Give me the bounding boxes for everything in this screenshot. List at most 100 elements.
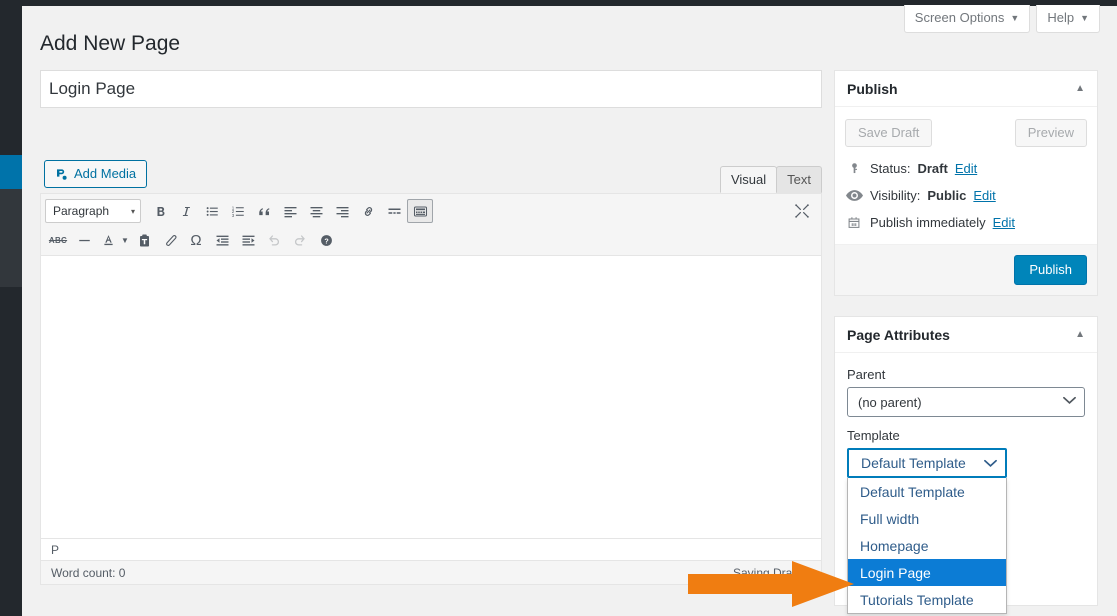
numbered-list-icon[interactable]: 123 [225, 199, 251, 223]
status-label: Status: [870, 161, 911, 176]
publish-box-header: Publish ▲ [835, 71, 1097, 107]
tab-text[interactable]: Text [776, 166, 822, 193]
collapse-toggle-icon[interactable]: ▲ [1075, 329, 1085, 340]
sidebar-items-lower[interactable] [0, 287, 22, 616]
italic-icon[interactable] [173, 199, 199, 223]
admin-sidebar-menu[interactable] [0, 0, 31, 616]
visibility-row: Visibility: Public Edit [845, 184, 1087, 211]
align-left-icon[interactable] [277, 199, 303, 223]
screen-meta-links: Screen Options ▼ Help ▼ [903, 5, 1100, 33]
template-option-login-page[interactable]: Login Page [848, 559, 1006, 586]
redo-icon[interactable] [287, 228, 313, 252]
paragraph-format-select[interactable]: Paragraph ▾ [45, 199, 141, 223]
bulleted-list-icon[interactable] [199, 199, 225, 223]
help-label: Help [1047, 10, 1075, 25]
chevron-down-icon [984, 455, 997, 471]
bold-icon[interactable] [147, 199, 173, 223]
editor-toolbar-row-2: ABC ▼ Ω ? [41, 226, 821, 254]
post-title-input[interactable] [40, 70, 822, 108]
chevron-down-icon: ▾ [130, 206, 135, 216]
editor-content-area[interactable] [41, 256, 821, 538]
word-count: Word count: 0 [51, 565, 126, 580]
visibility-value: Public [927, 188, 967, 203]
paragraph-format-value: Paragraph [53, 204, 110, 218]
add-media-button[interactable]: Add Media [44, 160, 148, 188]
major-publishing-actions: Publish [835, 244, 1097, 295]
status-row: Status: Draft Edit [845, 157, 1087, 184]
page-attributes-box: Page Attributes ▲ Parent (no parent) Tem… [834, 316, 1098, 614]
template-label: Template [847, 428, 900, 443]
text-color-icon[interactable] [97, 228, 119, 252]
chevron-down-glyph: ▼ [121, 235, 129, 245]
chevron-down-icon [1063, 396, 1076, 408]
clear-formatting-icon[interactable] [157, 228, 183, 252]
post-status-icon [845, 161, 863, 176]
screen-options-button[interactable]: Screen Options ▼ [903, 5, 1031, 33]
postbox-sidebar: Publish ▲ Save Draft Preview Status: Dra… [834, 70, 1098, 616]
special-character-icon[interactable]: Ω [183, 228, 209, 252]
distraction-free-icon[interactable] [789, 199, 815, 223]
omega-glyph: Ω [190, 231, 202, 249]
schedule-edit-link[interactable]: Edit [993, 215, 1015, 230]
add-media-label: Add Media [74, 166, 137, 181]
horizontal-rule-icon[interactable] [71, 228, 97, 252]
schedule-label: Publish immediately [870, 215, 986, 230]
text-color-chevron-icon[interactable]: ▼ [119, 228, 131, 252]
editor-element-path: P [41, 538, 821, 560]
keyboard-shortcuts-icon[interactable]: ? [313, 228, 339, 252]
sidebar-submenu-pages[interactable] [0, 189, 22, 287]
editor-container: Paragraph ▾ 123 ABC ▼ Ω ? P Word count: … [40, 193, 822, 585]
template-option-homepage[interactable]: Homepage [848, 532, 1006, 559]
chevron-down-icon: ▼ [1080, 13, 1089, 23]
strikethrough-icon[interactable]: ABC [45, 228, 71, 252]
indent-icon[interactable] [235, 228, 261, 252]
parent-label: Parent [847, 367, 886, 382]
visibility-edit-link[interactable]: Edit [973, 188, 995, 203]
align-right-icon[interactable] [329, 199, 355, 223]
read-more-icon[interactable] [381, 199, 407, 223]
editor-toolbar-row-1: Paragraph ▾ 123 [41, 196, 821, 226]
parent-select[interactable]: (no parent) [847, 387, 1085, 417]
title-field-wrapper [40, 70, 822, 108]
blockquote-icon[interactable] [251, 199, 277, 223]
page-attributes-body: Parent (no parent) Template Default Temp… [835, 353, 1097, 614]
preview-button[interactable]: Preview [1014, 119, 1087, 147]
calendar-icon [845, 215, 863, 230]
template-select[interactable]: Default Template [847, 448, 1007, 478]
page-attributes-header: Page Attributes ▲ [835, 317, 1097, 353]
tab-visual[interactable]: Visual [719, 166, 778, 193]
visibility-eye-icon [845, 189, 863, 202]
publish-button[interactable]: Publish [1014, 255, 1087, 285]
editor-mode-tabs: Visual Text [719, 166, 822, 193]
save-draft-button[interactable]: Save Draft [845, 119, 933, 147]
template-option-full-width[interactable]: Full width [848, 505, 1006, 532]
template-select-wrapper: Default Template Default Template Full w… [847, 448, 1085, 614]
minor-publishing-actions: Save Draft Preview [845, 117, 1087, 157]
svg-text:3: 3 [231, 212, 234, 217]
page-attributes-title: Page Attributes [847, 326, 950, 343]
publish-box-title: Publish [847, 80, 898, 97]
undo-icon[interactable] [261, 228, 287, 252]
status-edit-link[interactable]: Edit [955, 161, 977, 176]
orange-pointer-arrow [688, 561, 854, 607]
template-options-list[interactable]: Default Template Full width Homepage Log… [847, 478, 1007, 614]
sidebar-items-upper[interactable] [0, 0, 22, 155]
paste-as-text-icon[interactable] [131, 228, 157, 252]
svg-text:?: ? [324, 237, 328, 245]
add-media-icon [53, 166, 69, 182]
editor-toolbar-group: Paragraph ▾ 123 ABC ▼ Ω ? [41, 194, 821, 256]
outdent-icon[interactable] [209, 228, 235, 252]
sidebar-item-pages-current[interactable] [0, 155, 31, 189]
strikethrough-glyph: ABC [48, 235, 68, 245]
parent-select-value: (no parent) [858, 394, 922, 410]
align-center-icon[interactable] [303, 199, 329, 223]
editor-tools: Add Media Visual Text [40, 156, 822, 193]
toolbar-toggle-icon[interactable] [407, 199, 433, 223]
template-select-value: Default Template [861, 455, 966, 471]
collapse-toggle-icon[interactable]: ▲ [1075, 83, 1085, 94]
help-button[interactable]: Help ▼ [1036, 5, 1100, 33]
template-option-default-template[interactable]: Default Template [848, 478, 1006, 505]
template-option-tutorials-template[interactable]: Tutorials Template [848, 586, 1006, 613]
chevron-down-icon: ▼ [1010, 13, 1020, 23]
insert-link-icon[interactable] [355, 199, 381, 223]
